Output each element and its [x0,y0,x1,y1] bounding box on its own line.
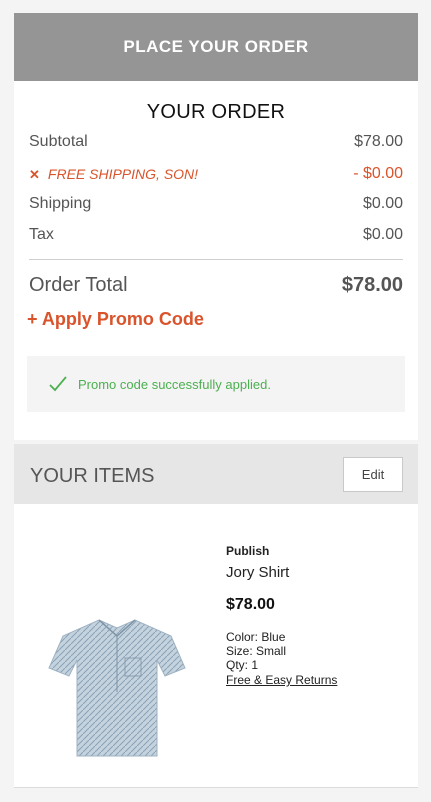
free-returns-link[interactable]: Free & Easy Returns [226,673,337,687]
tax-row: Tax $0.00 [29,226,403,244]
shirt-image [48,619,186,757]
order-total-value: $78.00 [341,274,403,296]
place-order-button[interactable]: PLACE YOUR ORDER [14,13,418,81]
discount-row: ✕ FREE SHIPPING, SON! - $0.00 [29,165,403,183]
shipping-value: $0.00 [362,195,403,212]
item-size: Size: Small [226,644,287,658]
item-color: Color: Blue [226,630,286,644]
apply-promo-code-link[interactable]: + Apply Promo Code [27,309,204,330]
promo-success-message: Promo code successfully applied. [78,376,271,392]
item-name: Jory Shirt [226,564,290,581]
subtotal-label: Subtotal [29,133,88,150]
shipping-row: Shipping $0.00 [29,195,403,213]
checkmark-icon [49,376,67,392]
item-qty: Qty: 1 [226,658,259,672]
cart-item: Publish Jory Shirt $78.00 Color: Blue Si… [14,504,418,787]
subtotal-row: Subtotal $78.00 [29,133,403,151]
discount-label: FREE SHIPPING, SON! [47,165,199,182]
promo-success-banner: Promo code successfully applied. [27,356,405,412]
discount-value: - $0.00 [353,165,403,182]
divider [29,259,403,260]
order-title: YOUR ORDER [146,101,286,123]
item-price: $78.00 [226,596,275,613]
tax-value: $0.00 [362,226,403,243]
items-header: YOUR ITEMS Edit [14,444,418,504]
items-title: YOUR ITEMS [30,465,155,487]
order-summary: YOUR ORDER Subtotal $78.00 ✕ FREE SHIPPIN… [14,81,418,440]
order-total-label: Order Total [29,274,128,296]
divider [14,787,418,788]
remove-discount-icon[interactable]: ✕ [29,167,40,182]
edit-items-button[interactable]: Edit [343,457,403,492]
order-total-row: Order Total $78.00 [29,274,403,297]
shipping-label: Shipping [29,195,92,212]
item-brand: Publish [226,544,270,558]
subtotal-value: $78.00 [354,133,403,150]
tax-label: Tax [29,226,54,243]
